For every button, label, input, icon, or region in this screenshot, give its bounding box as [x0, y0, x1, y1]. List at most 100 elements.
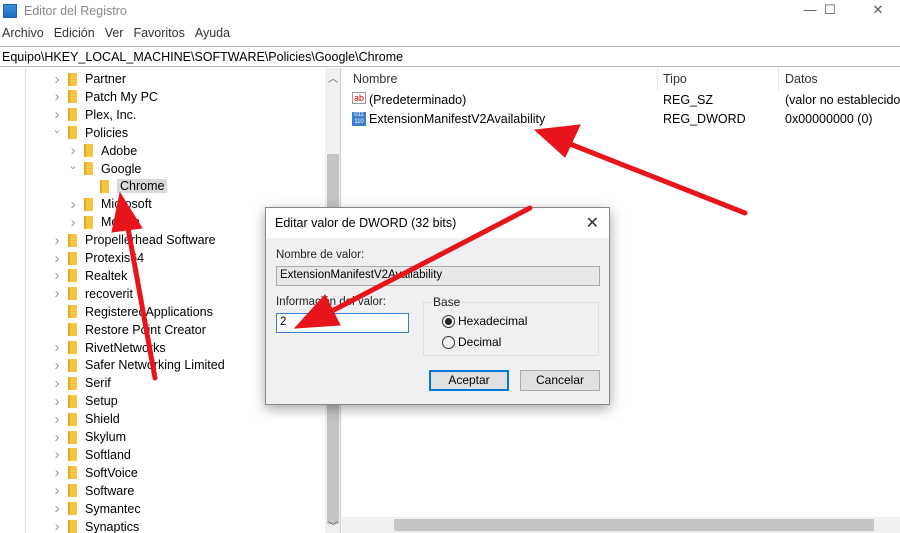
tree-item[interactable]: › Protexis64: [50, 249, 145, 267]
chevron-right-icon[interactable]: ›: [50, 464, 64, 481]
value-data-label: Información del valor:: [276, 296, 386, 308]
tree-item[interactable]: › Software: [50, 482, 135, 500]
folder-icon: [84, 144, 93, 158]
chevron-right-icon[interactable]: ›: [50, 357, 64, 374]
column-separator[interactable]: [778, 68, 779, 90]
chevron-right-icon[interactable]: ›: [50, 71, 64, 88]
tree-item-label: Safer Networking Limited: [85, 358, 225, 373]
folder-icon: [68, 108, 77, 122]
tree-item-label: Google: [101, 161, 142, 176]
tree-item[interactable]: ⌄ Policies: [50, 124, 128, 142]
tree-item[interactable]: › Softland: [50, 446, 131, 464]
tree-item[interactable]: › Shield: [50, 410, 120, 428]
chevron-right-icon[interactable]: ›: [50, 232, 64, 249]
tree-item[interactable]: › Skylum: [50, 428, 126, 446]
folder-icon: [68, 394, 77, 408]
tree-item[interactable]: ⌄ Google: [66, 160, 141, 178]
horizontal-scroll-thumb[interactable]: [394, 519, 874, 531]
folder-icon: [68, 484, 77, 498]
regedit-app-icon: [3, 4, 17, 18]
maximize-button[interactable]: ☐: [810, 2, 850, 20]
tree-item[interactable]: › Setup: [50, 392, 118, 410]
tree-item[interactable]: › Partner: [50, 70, 127, 88]
tree-item-label: Symantec: [85, 501, 141, 516]
tree-item-label: Patch My PC: [85, 89, 158, 104]
folder-icon: [68, 412, 77, 426]
chevron-right-icon[interactable]: ›: [50, 88, 64, 105]
folder-icon: [68, 233, 77, 247]
chevron-right-icon[interactable]: ›: [50, 411, 64, 428]
tree-item[interactable]: › Patch My PC: [50, 88, 158, 106]
values-horizontal-scrollbar[interactable]: [342, 517, 900, 533]
chevron-right-icon[interactable]: ›: [50, 482, 64, 499]
radio-checked-icon: [442, 314, 455, 328]
tree-item[interactable]: › Microsoft: [66, 195, 152, 213]
radio-decimal[interactable]: Decimal: [442, 335, 501, 349]
tree-item[interactable]: › Propellerhead Software: [50, 231, 216, 249]
chevron-right-icon[interactable]: ›: [50, 339, 64, 356]
folder-icon: [68, 251, 77, 265]
chevron-right-icon[interactable]: ›: [66, 142, 80, 159]
tree-item[interactable]: › Safer Networking Limited: [50, 356, 225, 374]
tree-item-label: Protexis64: [85, 251, 145, 265]
window-title: Editor del Registro: [24, 4, 127, 18]
column-header-name[interactable]: Nombre: [353, 72, 397, 86]
chevron-right-icon[interactable]: ›: [50, 518, 64, 533]
chevron-down-icon[interactable]: ⌄: [66, 159, 80, 172]
tree-item[interactable]: Restore Point Creator: [50, 321, 206, 339]
tree-item[interactable]: › Mozilla: [66, 213, 140, 231]
tree-item[interactable]: › recoverit: [50, 285, 133, 303]
column-header-data[interactable]: Datos: [785, 72, 818, 86]
chevron-right-icon[interactable]: ›: [50, 375, 64, 392]
tree-item[interactable]: › Adobe: [66, 142, 138, 160]
menu-archivo[interactable]: Archivo: [2, 26, 44, 40]
value-data: 0x00000000 (0): [785, 112, 873, 126]
tree-item[interactable]: › Realtek: [50, 267, 128, 285]
chevron-right-icon[interactable]: ›: [50, 285, 64, 302]
chevron-right-icon[interactable]: ›: [50, 446, 64, 463]
tree-item[interactable]: › SoftVoice: [50, 464, 138, 482]
dialog-close-button[interactable]: ✕: [586, 213, 599, 233]
folder-icon: [68, 448, 77, 462]
folder-icon: [84, 215, 93, 229]
menu-edicion[interactable]: Edición: [54, 26, 95, 40]
tree-item[interactable]: › Synaptics: [50, 518, 139, 533]
folder-icon: [84, 162, 93, 175]
ok-button[interactable]: Aceptar: [429, 370, 509, 391]
folder-icon: [68, 126, 77, 140]
cancel-button[interactable]: Cancelar: [520, 370, 600, 391]
chevron-down-icon[interactable]: ⌄: [50, 123, 64, 136]
chevron-right-icon[interactable]: ›: [50, 500, 64, 517]
radio-hexadecimal[interactable]: Hexadecimal: [442, 314, 527, 328]
scroll-up-icon[interactable]: ︿: [328, 70, 338, 85]
value-data-input[interactable]: 2: [276, 313, 409, 333]
tree-item[interactable]: Chrome: [82, 177, 168, 195]
tree-item[interactable]: › Serif: [50, 374, 111, 392]
menu-ver[interactable]: Ver: [105, 26, 124, 40]
chevron-right-icon[interactable]: ›: [50, 250, 64, 267]
chevron-right-icon[interactable]: ›: [66, 196, 80, 213]
tree-item[interactable]: RegisteredApplications: [50, 303, 213, 321]
chevron-right-icon[interactable]: ›: [50, 393, 64, 410]
tree-item[interactable]: › Symantec: [50, 500, 141, 518]
value-name: (Predeterminado): [369, 93, 467, 107]
close-button[interactable]: ✕: [858, 2, 898, 20]
column-header-type[interactable]: Tipo: [663, 72, 687, 86]
chevron-right-icon[interactable]: ›: [50, 106, 64, 123]
chevron-right-icon[interactable]: ›: [50, 429, 64, 446]
tree-item[interactable]: › RivetNetworks: [50, 339, 166, 357]
address-bar[interactable]: Equipo\HKEY_LOCAL_MACHINE\SOFTWARE\Polic…: [0, 46, 900, 67]
folder-icon: [68, 466, 77, 480]
column-separator[interactable]: [657, 68, 658, 90]
chevron-right-icon[interactable]: ›: [50, 267, 64, 284]
menu-favoritos[interactable]: Favoritos: [133, 26, 184, 40]
radio-label: Decimal: [458, 335, 502, 349]
tree-item[interactable]: › Plex, Inc.: [50, 106, 137, 124]
string-value-icon: ab: [352, 92, 367, 104]
chevron-right-icon[interactable]: ›: [66, 214, 80, 231]
scroll-down-icon[interactable]: ﹀: [328, 518, 338, 533]
tree-item-label: Adobe: [101, 143, 138, 158]
folder-icon: [68, 430, 77, 444]
radio-unchecked-icon: [442, 335, 455, 349]
menu-ayuda[interactable]: Ayuda: [195, 26, 230, 40]
